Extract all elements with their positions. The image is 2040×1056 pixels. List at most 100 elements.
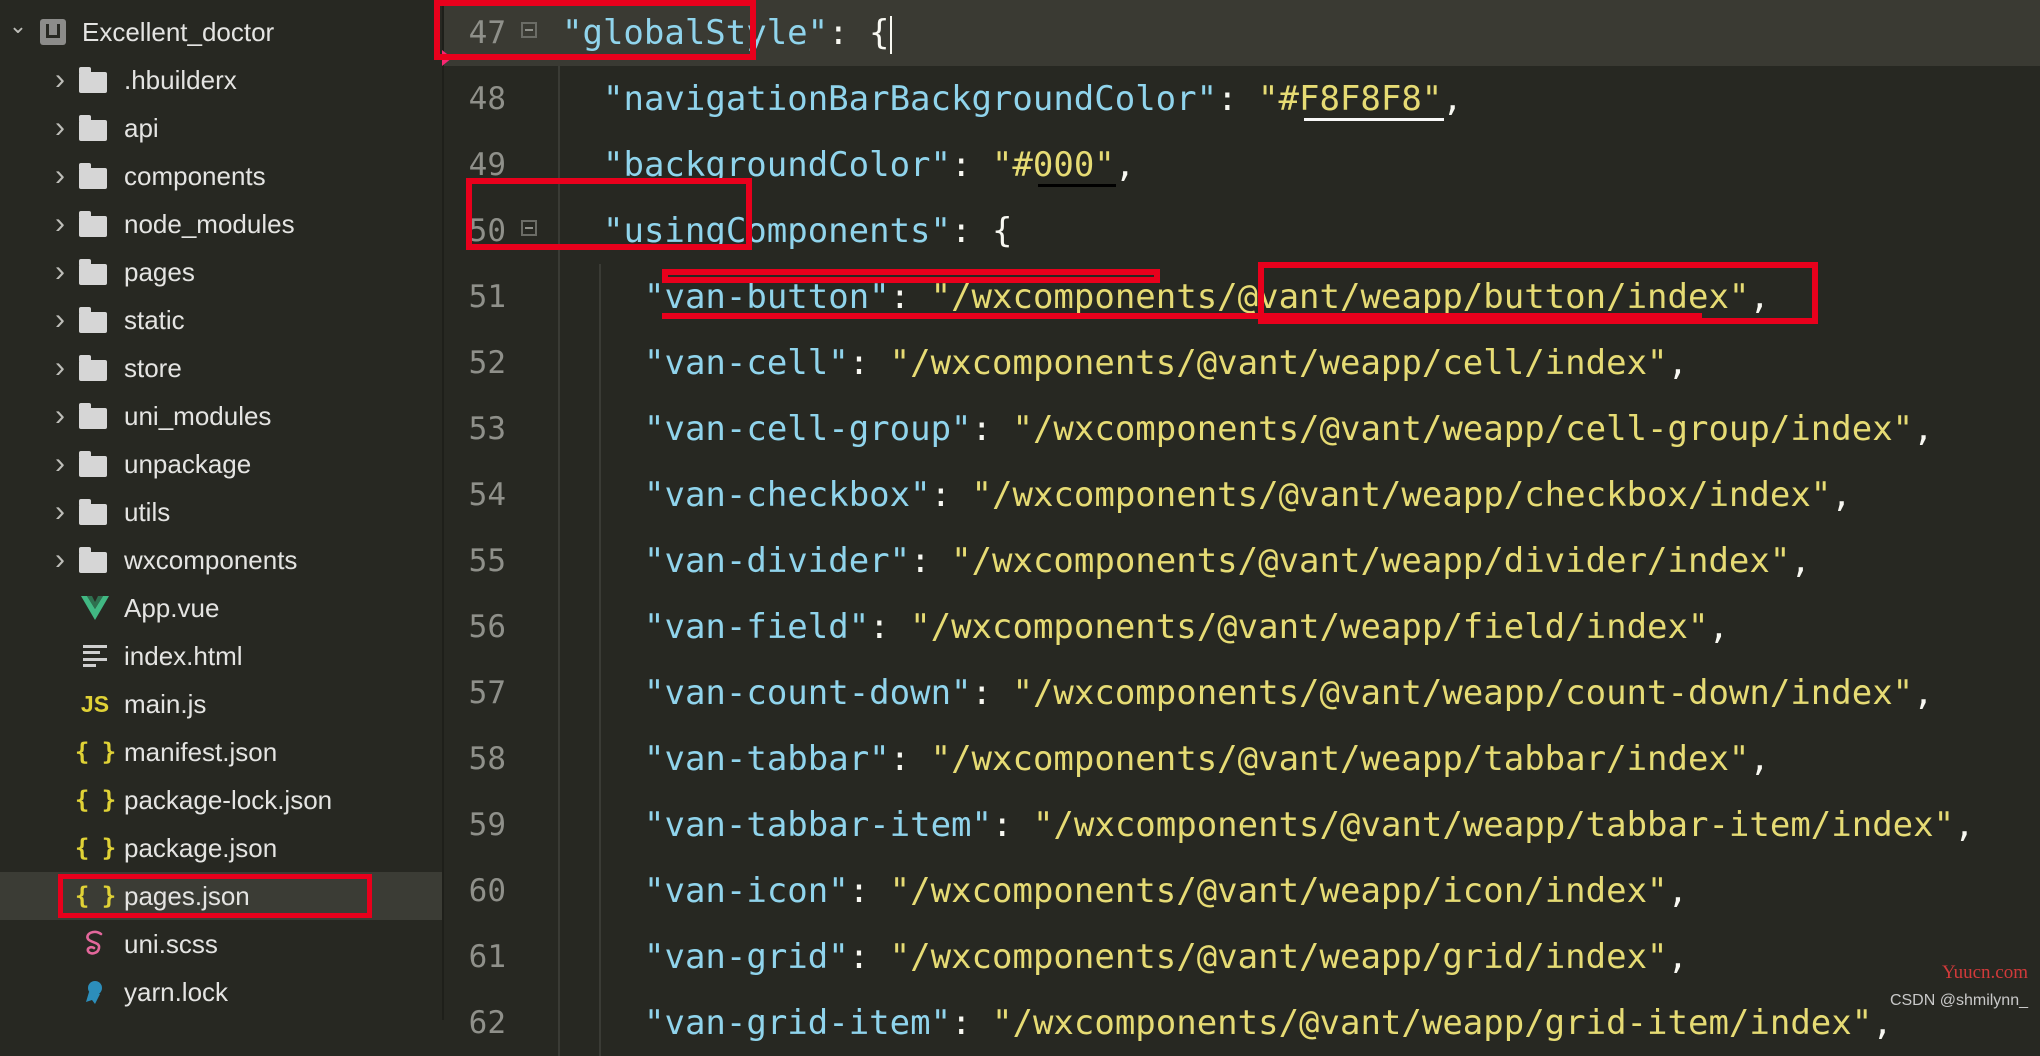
code-text: "van-icon": "/wxcomponents/@vant/weapp/i… (644, 858, 1688, 924)
folder-label: uni_modules (124, 400, 272, 431)
folder-item[interactable]: › wxcomponents (0, 536, 442, 584)
folder-icon (78, 161, 108, 191)
file-item[interactable]: { } pages.json (0, 872, 442, 920)
indent-guide (599, 858, 601, 924)
folder-icon (78, 545, 108, 575)
folder-item[interactable]: › uni_modules (0, 392, 442, 440)
code-line[interactable]: 58 "van-tabbar": "/wxcomponents/@vant/wea… (444, 726, 2040, 792)
code-text: "van-grid-item": "/wxcomponents/@vant/we… (644, 990, 1893, 1056)
punctuation: : (889, 277, 931, 317)
chevron-right-icon[interactable]: › (48, 257, 72, 287)
indent-guide (599, 660, 601, 726)
chevron-down-icon[interactable]: ⌄ (6, 14, 30, 38)
chevron-right-icon[interactable]: › (48, 65, 72, 95)
indent-guide (558, 330, 560, 396)
punctuation: , (1667, 343, 1688, 383)
watermark-credit: CSDN @shmilynn_ (1889, 992, 2028, 1009)
json-string: "/wxcomponents/@vant/weapp/divider/index… (951, 541, 1791, 581)
chevron-right-icon[interactable]: › (48, 209, 72, 239)
json-key: "van-icon" (644, 871, 849, 911)
punctuation: , (1667, 937, 1688, 977)
file-item[interactable]: App.vue (0, 584, 442, 632)
folder-label: .hbuilderx (124, 64, 237, 95)
indent-guide (599, 264, 601, 330)
folder-item[interactable]: › pages (0, 248, 442, 296)
indent-guide (599, 924, 601, 990)
json-icon: { } (75, 833, 116, 863)
folder-item[interactable]: › unpackage (0, 440, 442, 488)
indent-guide (599, 726, 601, 792)
indent-guide (599, 792, 601, 858)
code-line[interactable]: 54 "van-checkbox": "/wxcomponents/@vant/w… (444, 462, 2040, 528)
punctuation: : (930, 475, 972, 515)
code-line[interactable]: 55 "van-divider": "/wxcomponents/@vant/we… (444, 528, 2040, 594)
code-line[interactable]: 62 "van-grid-item": "/wxcomponents/@vant/… (444, 990, 2040, 1056)
folder-label: unpackage (124, 448, 252, 479)
json-string: "/wxcomponents/@vant/weapp/cell/index" (889, 343, 1668, 383)
file-item[interactable]: { } package.json (0, 824, 442, 872)
indent-guide (558, 264, 560, 330)
file-item[interactable]: yarn.lock (0, 968, 442, 1016)
folder-label: store (124, 352, 182, 383)
code-editor[interactable]: 47 "globalStyle": {48 "navigationBarBackgr… (434, 0, 2040, 1056)
folder-item[interactable]: › node_modules (0, 200, 442, 248)
punctuation: : { (951, 211, 1013, 251)
file-item[interactable]: { } package-lock.json (0, 776, 442, 824)
json-string: "/wxcomponents/@vant/weapp/tabbar-item/i… (1032, 805, 1955, 845)
chevron-right-icon[interactable]: › (48, 353, 72, 383)
code-line[interactable]: 59 "van-tabbar-item": "/wxcomponents/@van… (444, 792, 2040, 858)
highlight-box (434, 0, 756, 60)
punctuation: : (951, 1003, 992, 1043)
folder-icon (78, 497, 108, 527)
json-key: "van-cell-group" (644, 409, 972, 449)
folder-item[interactable]: › components (0, 152, 442, 200)
folder-item[interactable]: › static (0, 296, 442, 344)
sass-icon (80, 929, 110, 959)
json-string: "/wxcomponents/@vant/weapp/checkbox/inde… (971, 475, 1832, 515)
punctuation: , (1954, 805, 1975, 845)
color-swatch-underline (1038, 184, 1116, 187)
file-label: index.html (124, 640, 243, 671)
folder-item[interactable]: › store (0, 344, 442, 392)
file-label: main.js (124, 688, 207, 719)
punctuation: : (992, 805, 1033, 845)
indent-guide (558, 858, 560, 924)
project-root[interactable]: ⌄ Excellent_doctor (0, 8, 442, 56)
punctuation: , (1790, 541, 1811, 581)
chevron-right-icon[interactable]: › (48, 161, 72, 191)
folder-item[interactable]: › .hbuilderx (0, 56, 442, 104)
json-key: "navigationBarBackgroundColor" (603, 79, 1218, 119)
json-key: "van-tabbar" (644, 739, 890, 779)
line-number: 59 (468, 807, 506, 843)
yarn-icon (80, 977, 110, 1007)
file-item[interactable]: JS main.js (0, 680, 442, 728)
json-key: "van-grid-item" (644, 1003, 952, 1043)
line-number: 55 (468, 543, 506, 579)
code-line[interactable]: 56 "van-field": "/wxcomponents/@vant/weap… (444, 594, 2040, 660)
json-key: "van-button" (644, 277, 890, 317)
json-icon: { } (75, 785, 116, 815)
chevron-right-icon[interactable]: › (48, 497, 72, 527)
chevron-right-icon[interactable]: › (48, 113, 72, 143)
code-line[interactable]: 52 "van-cell": "/wxcomponents/@vant/weapp… (444, 330, 2040, 396)
punctuation: , (1831, 475, 1852, 515)
line-number: 60 (468, 873, 506, 909)
chevron-right-icon[interactable]: › (48, 305, 72, 335)
punctuation: : (910, 541, 952, 581)
code-line[interactable]: 48 "navigationBarBackgroundColor": "#F8F8… (444, 66, 2040, 132)
indent-guide (558, 924, 560, 990)
indent-guide (558, 792, 560, 858)
file-item[interactable]: index.html (0, 632, 442, 680)
chevron-right-icon[interactable]: › (48, 545, 72, 575)
code-text: "van-cell-group": "/wxcomponents/@vant/w… (644, 396, 1934, 462)
file-item[interactable]: { } manifest.json (0, 728, 442, 776)
chevron-right-icon[interactable]: › (48, 401, 72, 431)
file-item[interactable]: uni.scss (0, 920, 442, 968)
code-line[interactable]: 57 "van-count-down": "/wxcomponents/@vant… (444, 660, 2040, 726)
code-line[interactable]: 61 "van-grid": "/wxcomponents/@vant/weapp… (444, 924, 2040, 990)
folder-item[interactable]: › api (0, 104, 442, 152)
code-line[interactable]: 60 "van-icon": "/wxcomponents/@vant/weapp… (444, 858, 2040, 924)
folder-item[interactable]: › utils (0, 488, 442, 536)
code-line[interactable]: 53 "van-cell-group": "/wxcomponents/@vant… (444, 396, 2040, 462)
chevron-right-icon[interactable]: › (48, 449, 72, 479)
